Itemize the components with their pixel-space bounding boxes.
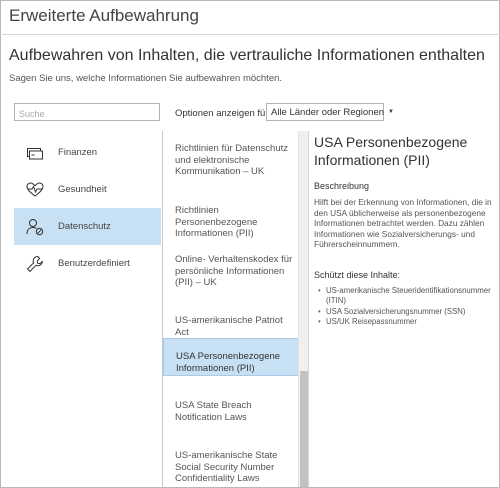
template-list: Richtlinien für Datenschutz und elektron… (162, 131, 298, 487)
template-item[interactable]: Richtlinien für Datenschutz und elektron… (163, 143, 298, 178)
protects-heading: Schützt diese Inhalte: (314, 269, 401, 280)
template-item[interactable]: Online- Verhaltenskodex für persönliche … (163, 254, 298, 289)
category-item-gesundheit[interactable]: Gesundheit (14, 171, 161, 208)
protects-item: USA Sozialversicherungsnummer (SSN) (318, 307, 494, 318)
category-label: Finanzen (58, 147, 98, 158)
category-item-finanzen[interactable]: Finanzen (14, 134, 161, 171)
detail-divider (308, 131, 309, 487)
template-item-selected[interactable]: USA Personenbezogene Informationen (PII) (163, 338, 298, 376)
category-label: Gesundheit (58, 184, 107, 195)
category-item-benutzerdefiniert[interactable]: Benutzerdefiniert (14, 245, 161, 282)
retention-dialog: Erweiterte Aufbewahrung Aufbewahren von … (0, 0, 500, 488)
detail-title: USA Personenbezogene Informationen (PII) (314, 134, 468, 168)
scrollbar-thumb[interactable] (300, 371, 308, 487)
page-subheading: Sagen Sie uns, welche Informationen Sie … (9, 73, 283, 84)
description-text: Hilft bei der Erkennung von Informatione… (314, 197, 492, 250)
protects-item: US-amerikanische Steueridentifikationsnu… (318, 286, 494, 307)
window-title: Erweiterte Aufbewahrung (9, 6, 199, 25)
description-heading: Beschreibung (314, 181, 370, 191)
category-list: Finanzen Gesundheit Datenschutz Benutzer… (14, 134, 161, 282)
category-item-datenschutz[interactable]: Datenschutz (14, 208, 161, 245)
heart-pulse-icon (25, 180, 45, 200)
template-item[interactable]: Richtlinien Personenbezogene Information… (163, 205, 298, 240)
protects-list: US-amerikanische Steueridentifikationsnu… (314, 286, 494, 328)
search-box[interactable] (14, 103, 160, 122)
chevron-down-icon: ▼ (388, 109, 394, 115)
region-dropdown-value: Alle Länder oder Regionen (271, 106, 385, 118)
region-dropdown[interactable]: Alle Länder oder Regionen ▼ (266, 103, 394, 121)
template-item[interactable]: USA State Breach Notification Laws (163, 400, 298, 423)
protects-item: US/UK Reisepassnummer (318, 317, 494, 328)
title-divider (2, 34, 498, 35)
page-heading: Aufbewahren von Inhalten, die vertraulic… (9, 47, 485, 64)
category-label: Datenschutz (58, 221, 111, 232)
options-label: Optionen anzeigen für (175, 108, 269, 119)
template-item[interactable]: US-amerikanische State Social Security N… (163, 450, 298, 485)
category-label: Benutzerdefiniert (58, 258, 130, 269)
search-input[interactable] (15, 106, 159, 122)
privacy-icon (25, 217, 45, 237)
detail-pane: USA Personenbezogene Informationen (PII)… (314, 133, 494, 328)
money-icon (25, 143, 45, 163)
template-list-scrollbar[interactable] (298, 131, 308, 487)
template-item[interactable]: US-amerikanische Patriot Act (163, 315, 298, 338)
wrench-icon (25, 254, 45, 274)
